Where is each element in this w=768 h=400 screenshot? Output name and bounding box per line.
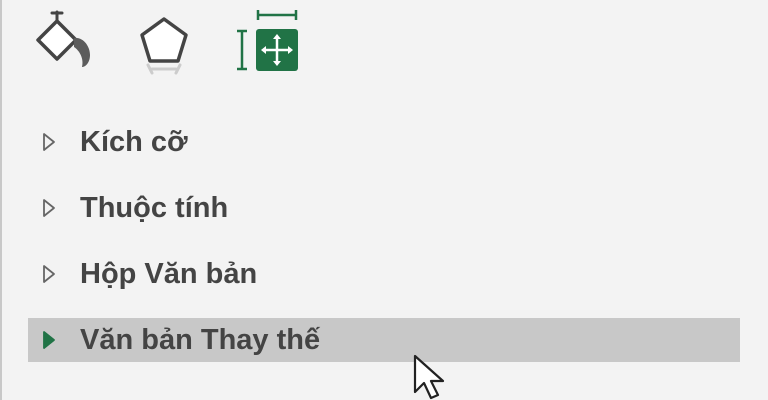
paint-bucket-icon: [36, 10, 90, 67]
section-text-box[interactable]: Hộp Văn bản: [28, 252, 740, 296]
section-text-box-label: Hộp Văn bản: [80, 257, 258, 290]
pentagon-icon: [140, 17, 188, 75]
section-properties[interactable]: Thuộc tính: [28, 186, 740, 230]
section-alt-text-label: Văn bản Thay thế: [80, 323, 321, 356]
section-properties-label: Thuộc tính: [80, 191, 229, 224]
section-alt-text[interactable]: Văn bản Thay thế: [28, 318, 740, 362]
section-list: Kích cỡ Thuộc tính Hộp Văn bản Văn bản T…: [28, 120, 740, 384]
tab-effects[interactable]: [128, 4, 200, 82]
size-move-icon: [237, 10, 298, 71]
tab-size-properties[interactable]: [232, 4, 304, 82]
pane-border: [0, 0, 2, 400]
expand-arrow-icon: [28, 318, 68, 362]
section-size-label: Kích cỡ: [80, 125, 188, 158]
expand-arrow-icon: [28, 120, 68, 164]
expand-arrow-icon: [28, 252, 68, 296]
section-size[interactable]: Kích cỡ: [28, 120, 740, 164]
tab-fill-line[interactable]: [24, 4, 96, 82]
format-pane: Kích cỡ Thuộc tính Hộp Văn bản Văn bản T…: [0, 0, 768, 400]
expand-arrow-icon: [28, 186, 68, 230]
